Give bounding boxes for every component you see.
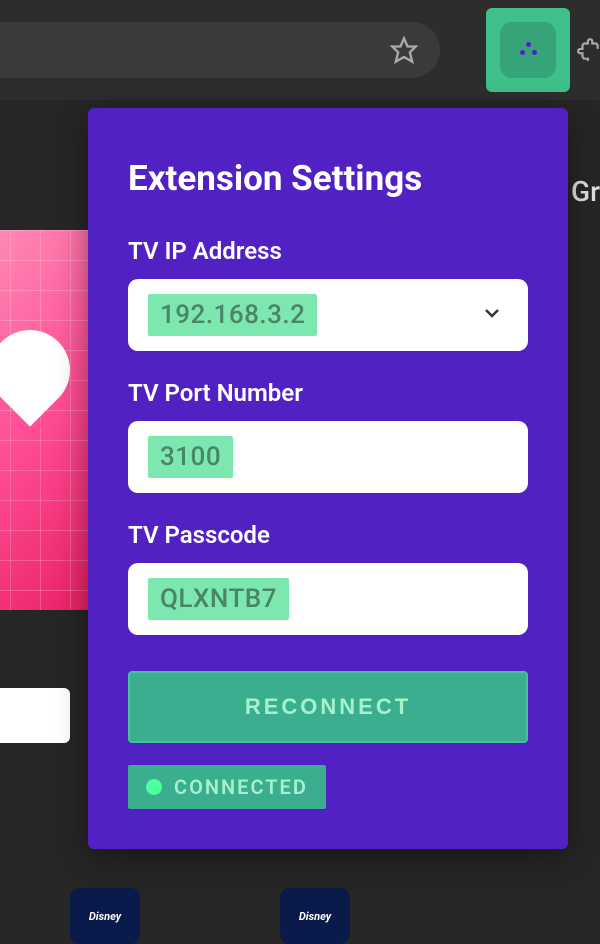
ip-address-value: 192.168.3.2 xyxy=(148,294,317,336)
passcode-input[interactable]: QLXNTB7 xyxy=(128,563,528,635)
passcode-label: TV Passcode xyxy=(128,521,528,549)
ip-address-field-group: TV IP Address 192.168.3.2 xyxy=(128,237,528,351)
extension-icon xyxy=(500,22,556,78)
background-card xyxy=(0,688,70,743)
port-field-group: TV Port Number 3100 xyxy=(128,379,528,493)
port-value: 3100 xyxy=(148,436,233,478)
status-text: CONNECTED xyxy=(174,775,308,799)
passcode-field-group: TV Passcode QLXNTB7 xyxy=(128,521,528,635)
reconnect-button[interactable]: RECONNECT xyxy=(128,671,528,743)
passcode-value: QLXNTB7 xyxy=(148,578,289,620)
port-input[interactable]: 3100 xyxy=(128,421,528,493)
app-tile[interactable]: Disney xyxy=(280,888,350,944)
status-indicator-icon xyxy=(146,779,162,795)
browser-toolbar xyxy=(0,0,600,100)
background-partial-text: Gr xyxy=(571,175,600,208)
app-tile[interactable]: Disney xyxy=(70,888,140,944)
chevron-down-icon[interactable] xyxy=(480,301,504,329)
extension-settings-popup: Extension Settings TV IP Address 192.168… xyxy=(88,108,568,849)
extensions-menu-icon[interactable] xyxy=(573,34,600,66)
address-bar[interactable] xyxy=(0,22,440,78)
bookmark-star-icon[interactable] xyxy=(388,34,420,66)
ip-address-select[interactable]: 192.168.3.2 xyxy=(128,279,528,351)
port-label: TV Port Number xyxy=(128,379,528,407)
ip-address-label: TV IP Address xyxy=(128,237,528,265)
extension-button[interactable] xyxy=(486,8,570,92)
background-thumbnail xyxy=(0,230,100,610)
connection-status-badge: CONNECTED xyxy=(128,765,326,809)
popup-title: Extension Settings xyxy=(128,158,528,199)
